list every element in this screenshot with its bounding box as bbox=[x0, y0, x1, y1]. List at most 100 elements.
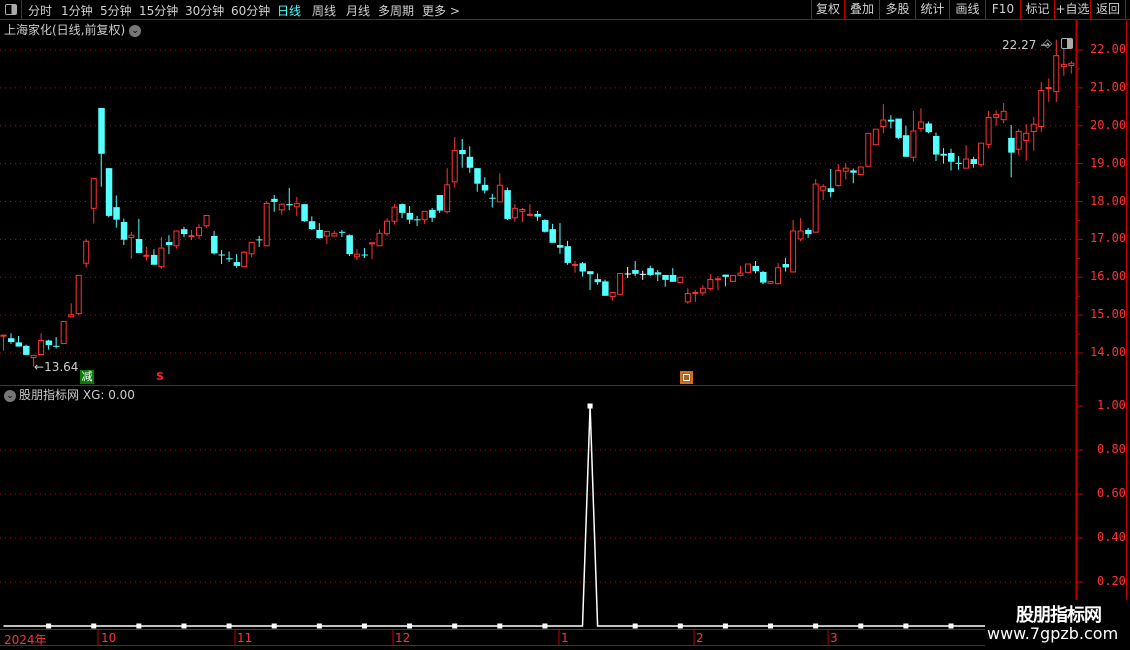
candle-body-down bbox=[338, 231, 346, 233]
candle-body-down bbox=[489, 197, 496, 199]
sell-signal: S bbox=[156, 370, 164, 383]
candle-body-up bbox=[196, 227, 203, 237]
price-tick-label: 18.00 bbox=[1090, 193, 1127, 208]
candle-body-up bbox=[677, 276, 684, 284]
candle-body-down bbox=[782, 263, 790, 268]
candle-body-up bbox=[353, 253, 360, 258]
xg-marker bbox=[316, 623, 322, 629]
candle-body-up bbox=[880, 119, 887, 128]
candle-body-up bbox=[744, 263, 751, 273]
reduce-signal: 减 bbox=[80, 370, 94, 384]
candle-body-up bbox=[692, 291, 699, 294]
candle-body-up bbox=[331, 232, 338, 237]
xg-marker bbox=[91, 623, 97, 629]
candle-body-up bbox=[865, 132, 872, 167]
xg-marker bbox=[181, 623, 187, 629]
candle-body-up bbox=[1053, 55, 1060, 93]
candle-body-down bbox=[271, 198, 278, 202]
candle-body-down bbox=[662, 274, 669, 280]
candle-body-up bbox=[90, 177, 97, 209]
candle-body-down bbox=[940, 153, 947, 156]
candle-body-up bbox=[790, 230, 797, 273]
indicator-header: ⌄ 股朋指标网 XG: 0.00 bbox=[4, 386, 135, 403]
indicator-tick-label: 1.00 bbox=[1097, 398, 1126, 412]
candle-body-up bbox=[572, 263, 579, 266]
xg-marker bbox=[136, 623, 142, 629]
candle-body-up bbox=[519, 208, 526, 212]
candle-body-up bbox=[985, 116, 992, 145]
chevron-down-icon[interactable]: ⌄ bbox=[4, 389, 16, 402]
candle-body-up bbox=[143, 254, 150, 257]
indicator-tick-label: 0.40 bbox=[1097, 530, 1126, 544]
candle-body-up bbox=[188, 235, 195, 238]
candle-body-up bbox=[609, 291, 616, 298]
watermark: 股朋指标网 www.7gpzb.com bbox=[985, 600, 1130, 650]
candle-body-down bbox=[534, 213, 541, 217]
xg-marker bbox=[903, 623, 909, 629]
date-label: 1 bbox=[561, 631, 569, 645]
candle-body-up bbox=[158, 247, 165, 268]
candle-body-up bbox=[820, 186, 827, 191]
panel-toggle-icon[interactable] bbox=[1061, 38, 1073, 49]
candle-body-down bbox=[256, 239, 263, 241]
candle-body-up bbox=[707, 279, 714, 290]
candle-body-down bbox=[722, 274, 729, 277]
candle-body-down bbox=[301, 204, 308, 222]
price-tick-label: 15.00 bbox=[1090, 307, 1127, 322]
candle-body-down bbox=[541, 220, 549, 232]
candle-body-down bbox=[120, 221, 128, 240]
candle-body-up bbox=[323, 230, 330, 237]
candle-body-down bbox=[180, 229, 188, 235]
candle-body-up bbox=[775, 267, 782, 285]
low-value: 13.64 bbox=[44, 360, 79, 374]
candle-body-down bbox=[211, 235, 218, 254]
candle-body-up bbox=[1068, 62, 1075, 67]
candle-body-up bbox=[835, 169, 842, 187]
candle-body-up bbox=[68, 314, 75, 318]
xg-marker bbox=[948, 623, 954, 629]
high-value: 22.27 bbox=[1002, 38, 1037, 52]
price-tick-label: 21.00 bbox=[1090, 79, 1127, 94]
indicator-readout: XG: 0.00 bbox=[82, 388, 135, 402]
date-label: 3 bbox=[830, 631, 838, 645]
candle-body-up bbox=[128, 234, 135, 238]
candle-body-up bbox=[293, 202, 300, 208]
candle-body-up bbox=[263, 202, 270, 247]
candle-body-up bbox=[812, 183, 819, 233]
candle-body-down bbox=[406, 212, 414, 220]
date-label: 10 bbox=[101, 631, 117, 645]
kline-chart[interactable] bbox=[0, 0, 1130, 650]
candle-body-flat bbox=[639, 273, 647, 275]
candle-body-down bbox=[925, 123, 932, 133]
candle-body-up bbox=[376, 232, 383, 247]
candle-body-up bbox=[526, 213, 533, 216]
candle-body-up bbox=[872, 128, 879, 146]
candle-body-down bbox=[105, 168, 113, 216]
indicator-name: 股朋指标网 bbox=[19, 388, 80, 402]
chevron-down-icon[interactable]: ⌄ bbox=[129, 24, 142, 37]
candle-body-down bbox=[23, 345, 30, 355]
candle-body-down bbox=[902, 135, 910, 157]
xg-marker bbox=[452, 623, 458, 629]
candle-body-down bbox=[308, 221, 316, 230]
candle-body-down bbox=[970, 159, 978, 165]
candle-body-up bbox=[737, 272, 744, 276]
price-tick-label: 20.00 bbox=[1090, 117, 1127, 132]
candle-body-up bbox=[797, 230, 804, 240]
price-tick-label: 19.00 bbox=[1090, 155, 1127, 170]
candle-body-up bbox=[842, 167, 849, 172]
candle-body-down bbox=[316, 229, 323, 239]
candle-body-down bbox=[504, 190, 511, 219]
candle-body-down bbox=[587, 271, 594, 275]
candle-body-down bbox=[827, 188, 835, 193]
xg-marker bbox=[768, 623, 774, 629]
candle-body-down bbox=[805, 229, 812, 235]
candle-body-down bbox=[647, 268, 654, 275]
candle-body-down bbox=[436, 195, 444, 211]
candle-body-up bbox=[38, 340, 45, 356]
candle-body-up bbox=[767, 280, 774, 284]
candle-body-up bbox=[384, 220, 391, 235]
candle-body-down bbox=[226, 258, 233, 260]
candle-body-up bbox=[1015, 130, 1022, 150]
candle-body-up bbox=[173, 230, 180, 247]
